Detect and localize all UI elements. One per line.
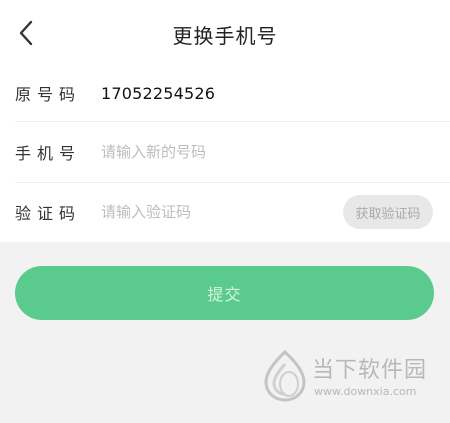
- divider: [15, 121, 450, 122]
- watermark-url: www.downxia.com: [314, 385, 417, 398]
- original-number-value: 17052254526: [101, 83, 216, 103]
- new-phone-input[interactable]: [101, 137, 331, 167]
- verification-code-input[interactable]: [101, 197, 301, 227]
- verification-row: 验证码 获取验证码: [0, 183, 450, 241]
- new-phone-label: 手机号: [15, 144, 82, 163]
- nav-header: 更换手机号: [0, 0, 450, 64]
- new-phone-row: 手机号: [0, 123, 450, 181]
- watermark-logo-icon: [264, 350, 306, 402]
- watermark: 当下软件园 www.downxia.com: [262, 350, 442, 406]
- get-code-button[interactable]: 获取验证码: [343, 195, 433, 229]
- page-title: 更换手机号: [172, 24, 278, 48]
- phone-change-form: 原号码 17052254526 手机号 验证码 获取验证码: [0, 64, 450, 242]
- verification-label: 验证码: [15, 204, 82, 223]
- watermark-brand: 当下软件园: [312, 358, 428, 383]
- original-number-label: 原号码: [15, 85, 82, 104]
- submit-button[interactable]: 提交: [15, 266, 434, 320]
- original-number-row: 原号码 17052254526: [0, 64, 450, 122]
